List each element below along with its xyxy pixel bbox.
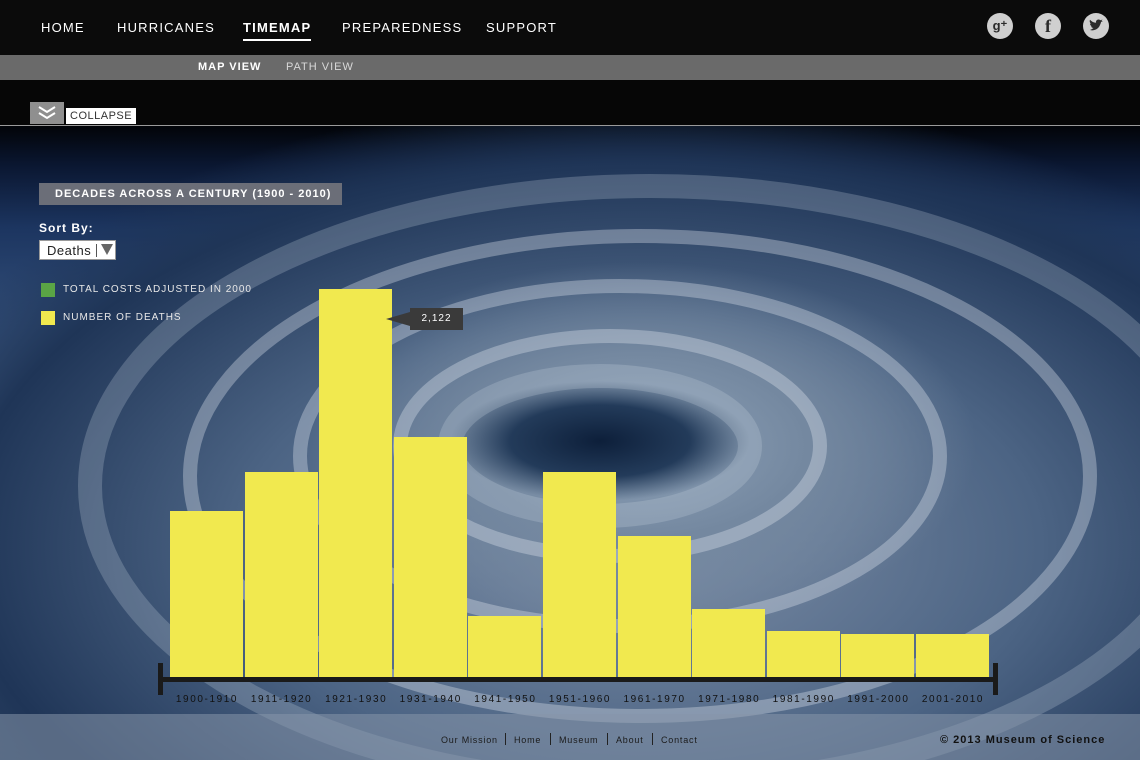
- sort-separator: [96, 244, 97, 257]
- double-chevron-down-icon: [38, 106, 56, 120]
- footer-separator: [607, 733, 608, 745]
- tick-label: 1991-2000: [847, 694, 910, 705]
- footer-separator: [505, 733, 506, 745]
- tick-label: 1921-1930: [325, 694, 388, 705]
- tab-path-view[interactable]: PATH VIEW: [286, 61, 354, 73]
- bar-1900-1910[interactable]: [170, 510, 243, 677]
- tick-label: 1981-1990: [772, 694, 835, 705]
- tick-label: 1971-1980: [698, 694, 761, 705]
- top-navigation: HOME HURRICANES TIMEMAP PREPAREDNESS SUP…: [0, 0, 1140, 55]
- nav-timemap[interactable]: TIMEMAP: [243, 20, 312, 41]
- legend-swatch-costs: [41, 283, 55, 297]
- sort-select-value: Deaths: [47, 243, 92, 258]
- copyright-text: © 2013 Museum of Science: [940, 734, 1106, 746]
- footer-separator: [550, 733, 551, 745]
- collapse-bar: COLLAPSE: [0, 80, 1140, 126]
- x-axis-line: [158, 677, 998, 682]
- tick-label: 1941-1950: [474, 694, 537, 705]
- tick-label: 1951-1960: [548, 694, 612, 705]
- footer-link-about[interactable]: About: [616, 735, 644, 745]
- bar-1921-1930[interactable]: [319, 289, 393, 677]
- nav-home[interactable]: HOME: [41, 20, 85, 35]
- tick-label: 1961-1970: [623, 694, 686, 705]
- legend-label-deaths: NUMBER OF DEATHS: [63, 312, 182, 323]
- collapse-label[interactable]: COLLAPSE: [66, 108, 137, 124]
- decade-title: DECADES ACROSS A CENTURY (1900 - 2010): [39, 183, 342, 205]
- tick-label: 1911-1920: [250, 694, 313, 705]
- bar-1941-1950[interactable]: [468, 615, 542, 677]
- footer-link-museum[interactable]: Museum: [559, 735, 598, 745]
- facebook-icon[interactable]: f: [1035, 13, 1061, 39]
- sub-navigation: MAP VIEW PATH VIEW: [0, 55, 1140, 80]
- bar-1961-1970[interactable]: [617, 536, 691, 677]
- twitter-bird-glyph: [1089, 19, 1103, 31]
- x-axis-left-cap: [158, 663, 163, 695]
- x-axis-right-cap: [993, 663, 998, 695]
- google-plus-icon[interactable]: g⁺: [987, 13, 1013, 39]
- sort-label: Sort By:: [39, 221, 94, 235]
- collapse-button[interactable]: [30, 102, 64, 124]
- tick-label: 2001-2010: [921, 694, 985, 705]
- bar-1951-1960[interactable]: [543, 472, 616, 677]
- footer-link-home[interactable]: Home: [514, 735, 541, 745]
- twitter-icon[interactable]: [1083, 13, 1109, 39]
- tooltip-pointer: [386, 312, 410, 326]
- legend-label-costs: TOTAL COSTS ADJUSTED IN 2000: [63, 284, 252, 295]
- footer-separator: [652, 733, 653, 745]
- legend-swatch-deaths: [41, 311, 55, 325]
- footer-link-contact[interactable]: Contact: [661, 735, 698, 745]
- nav-support[interactable]: SUPPORT: [486, 20, 557, 35]
- tick-label: 1931-1940: [399, 694, 462, 705]
- bar-1911-1920[interactable]: [244, 472, 318, 677]
- bar-1991-2000[interactable]: [841, 634, 915, 677]
- dropdown-arrow-icon: [101, 244, 113, 255]
- footer-link-our-mission[interactable]: Our Mission: [441, 735, 498, 745]
- sort-select[interactable]: Deaths: [39, 240, 116, 260]
- nav-preparedness[interactable]: PREPAREDNESS: [342, 20, 462, 35]
- tab-map-view[interactable]: MAP VIEW: [198, 61, 261, 73]
- tick-label: 1900-1910: [175, 694, 239, 705]
- bar-1931-1940[interactable]: [393, 436, 467, 677]
- nav-hurricanes[interactable]: HURRICANES: [117, 20, 215, 35]
- bar-1981-1990[interactable]: [766, 631, 840, 677]
- bar-2001-2010[interactable]: [916, 634, 989, 677]
- bar-1971-1980[interactable]: [692, 609, 766, 677]
- bar-value-tooltip: 2,122: [410, 308, 463, 330]
